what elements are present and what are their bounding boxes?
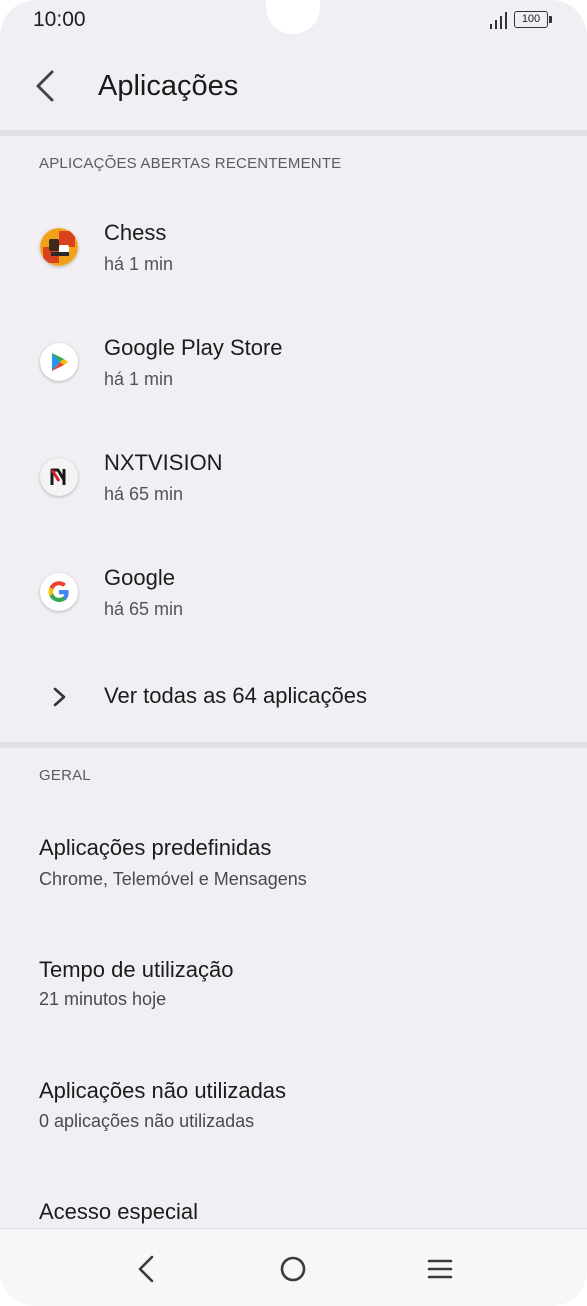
setting-subtitle: 21 minutos hoje	[39, 989, 167, 1009]
app-name: NXTVISION	[104, 450, 223, 475]
chess-icon	[40, 228, 78, 266]
setting-title: Tempo de utilização	[39, 957, 234, 982]
app-last-used: há 1 min	[104, 254, 174, 274]
recents-icon[interactable]	[420, 1249, 460, 1289]
chevron-right-icon	[53, 687, 66, 707]
nxtvision-icon	[40, 458, 78, 496]
back-arrow-icon[interactable]	[24, 62, 68, 110]
recent-apps-header: APLICAÇÕES ABERTAS RECENTEMENTE	[39, 155, 342, 172]
divider	[0, 130, 587, 136]
app-name: Chess	[104, 220, 167, 245]
page-title: Aplicações	[98, 70, 239, 102]
camera-notch	[266, 0, 320, 34]
app-row-google[interactable]: Google há 65 min	[0, 545, 587, 641]
divider	[0, 742, 587, 748]
navigation-bar	[0, 1228, 587, 1306]
setting-title: Aplicações não utilizadas	[39, 1078, 287, 1103]
screen-time-item[interactable]: Tempo de utilização 21 minutos hoje	[0, 922, 587, 1032]
app-row-play-store[interactable]: Google Play Store há 1 min	[0, 315, 587, 411]
app-name: Google Play Store	[104, 335, 283, 360]
google-icon	[40, 573, 78, 611]
app-last-used: há 65 min	[104, 599, 184, 619]
setting-title: Acesso especial	[39, 1199, 198, 1224]
general-header: GERAL	[39, 767, 91, 784]
app-row-nxtvision[interactable]: NXTVISION há 65 min	[0, 430, 587, 526]
default-apps-item[interactable]: Aplicações predefinidas Chrome, Telemóve…	[0, 800, 587, 910]
battery-icon: 100	[514, 11, 552, 28]
play-store-icon	[40, 343, 78, 381]
see-all-apps-button[interactable]: Ver todas as 64 aplicações	[0, 668, 587, 726]
special-access-item[interactable]: Acesso especial	[0, 1165, 587, 1228]
home-icon[interactable]	[273, 1249, 313, 1289]
signal-icon	[490, 12, 507, 29]
status-time: 10:00	[33, 8, 86, 31]
setting-title: Aplicações predefinidas	[39, 835, 272, 860]
app-bar: Aplicações	[0, 44, 587, 130]
app-last-used: há 65 min	[104, 484, 184, 504]
app-name: Google	[104, 565, 175, 590]
setting-subtitle: Chrome, Telemóvel e Mensagens	[39, 869, 307, 889]
settings-screen: 10:00 100 Aplicações APLICAÇÕES ABERTAS …	[0, 0, 587, 1306]
unused-apps-item[interactable]: Aplicações não utilizadas 0 aplicações n…	[0, 1043, 587, 1153]
status-bar: 10:00 100	[0, 0, 587, 44]
setting-subtitle: 0 aplicações não utilizadas	[39, 1111, 255, 1131]
app-last-used: há 1 min	[104, 369, 174, 389]
back-icon[interactable]	[126, 1249, 166, 1289]
app-row-chess[interactable]: Chess há 1 min	[0, 200, 587, 296]
see-all-apps-label: Ver todas as 64 aplicações	[104, 683, 367, 708]
